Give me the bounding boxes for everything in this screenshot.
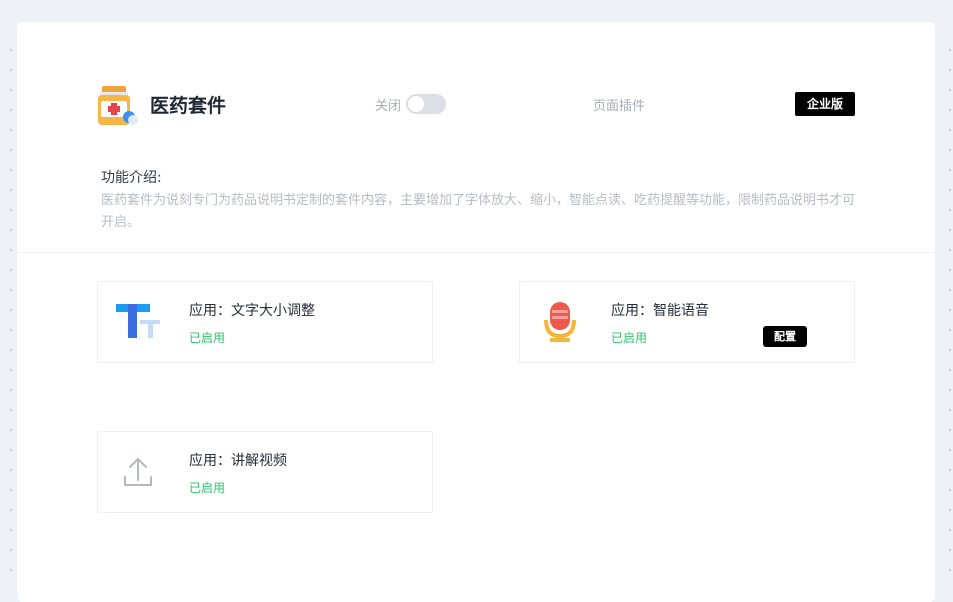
app-status: 已启用 [189, 331, 226, 345]
font-size-icon [116, 304, 160, 338]
toggle-knob [408, 96, 424, 112]
app-card-font-size[interactable]: 应用：文字大小调整 已启用 [97, 281, 433, 363]
medicine-bottle-icon [98, 86, 138, 125]
plugin-type-label: 页面插件 [593, 99, 646, 114]
app-title: 应用：讲解视频 [189, 453, 287, 469]
intro-title: 功能介绍: [101, 170, 162, 186]
upload-icon [124, 458, 152, 486]
enable-toggle[interactable] [406, 94, 446, 114]
intro-description: 医药套件为说刻专门为药品说明书定制的套件内容，主要增加了字体放大、缩小，智能点读… [101, 193, 856, 230]
app-status: 已启用 [611, 331, 648, 345]
app-title: 应用：智能语音 [611, 303, 709, 319]
app-card-voice[interactable]: 应用：智能语音 已启用 配置 [519, 281, 855, 363]
app-title: 应用：文字大小调整 [189, 303, 315, 319]
app-status: 已启用 [189, 481, 226, 495]
plugin-panel: 医药套件 关闭 页面插件 企业版 功能介绍: 医药套件为说刻专门为药品说明书定制… [17, 22, 935, 602]
decorative-dots [947, 40, 953, 588]
edition-badge: 企业版 [795, 92, 855, 116]
switch-label: 关闭 [375, 99, 402, 114]
plugin-header: 医药套件 关闭 页面插件 企业版 功能介绍: 医药套件为说刻专门为药品说明书定制… [17, 22, 935, 253]
app-card-video[interactable]: 应用：讲解视频 已启用 [97, 431, 433, 513]
decorative-dots [8, 40, 14, 588]
microphone-icon [544, 302, 576, 342]
configure-button[interactable]: 配置 [763, 326, 807, 347]
plugin-title: 医药套件 [150, 95, 227, 117]
